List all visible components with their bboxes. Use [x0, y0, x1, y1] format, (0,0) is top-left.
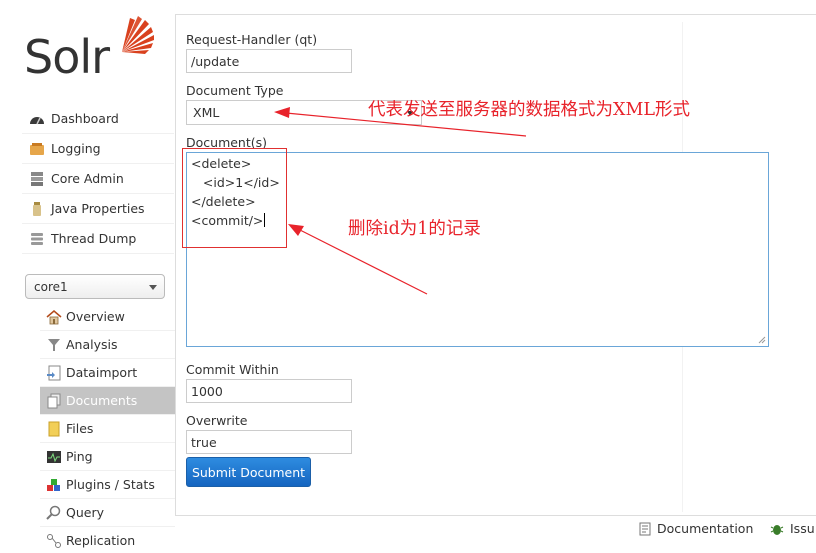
documents-icon [45, 393, 63, 409]
core-menu-item-plugins-stats[interactable]: Plugins / Stats [40, 471, 175, 499]
core-menu-item-documents[interactable]: Documents [40, 387, 175, 415]
dataimport-icon [45, 365, 63, 381]
nav-item-thread-dump[interactable]: Thread Dump [22, 224, 174, 254]
folder-icon [45, 421, 63, 437]
overwrite-input[interactable] [186, 430, 352, 454]
core-menu-item-overview[interactable]: Overview [40, 303, 175, 331]
core-menu-item-files[interactable]: Files [40, 415, 175, 443]
home-icon [45, 309, 63, 325]
dashboard-icon [28, 111, 46, 127]
request-handler-input[interactable] [186, 49, 352, 73]
core-menu-item-ping[interactable]: Ping [40, 443, 175, 471]
commit-within-input[interactable] [186, 379, 352, 403]
highlight-box [182, 148, 287, 248]
document-type-value: XML [193, 105, 220, 120]
nav-item-label: Dashboard [51, 111, 119, 126]
document-icon [639, 522, 651, 535]
nav-item-label: Core Admin [51, 171, 124, 186]
funnel-icon [45, 337, 63, 353]
nav-item-logging[interactable]: Logging [22, 134, 174, 164]
core-menu-label: Ping [66, 449, 93, 464]
core-menu-label: Files [66, 421, 94, 436]
documentation-label: Documentation [657, 521, 754, 536]
nav-item-label: Java Properties [51, 201, 145, 216]
delete-annotation: 删除id为1的记录 [348, 219, 481, 239]
solr-logo[interactable]: Solr [22, 12, 162, 84]
nav-item-label: Logging [51, 141, 101, 156]
documentation-link[interactable]: Documentation [639, 521, 753, 536]
core-menu-item-replication[interactable]: Replication [40, 527, 175, 553]
issue-tracker-link[interactable]: Issu [770, 521, 815, 536]
commit-within-label: Commit Within [186, 362, 279, 377]
nav-item-dashboard[interactable]: Dashboard [22, 104, 174, 134]
thread-dump-icon [28, 231, 46, 247]
solr-sun-icon [122, 16, 154, 54]
core-menu-label: Dataimport [66, 365, 138, 380]
core-admin-icon [28, 171, 46, 187]
logging-icon [28, 141, 46, 157]
core-menu-item-analysis[interactable]: Analysis [40, 331, 175, 359]
core-menu-label: Analysis [66, 337, 118, 352]
doc-type-annotation: 代表发送至服务器的数据格式为XML形式 [368, 100, 690, 120]
core-menu-label: Documents [66, 393, 138, 408]
core-menu: Overview Analysis Dataimport Documents F… [40, 303, 175, 553]
submit-document-button[interactable]: Submit Document [186, 457, 311, 487]
logo-text: Solr [24, 30, 110, 84]
core-menu-label: Query [66, 505, 104, 520]
core-menu-label: Plugins / Stats [66, 477, 155, 492]
resize-handle-icon[interactable] [758, 336, 766, 344]
request-handler-label: Request-Handler (qt) [186, 32, 318, 47]
core-menu-item-dataimport[interactable]: Dataimport [40, 359, 175, 387]
ping-icon [45, 449, 63, 465]
core-menu-label: Overview [66, 309, 125, 324]
query-icon [45, 505, 63, 521]
nav-item-label: Thread Dump [51, 231, 137, 246]
replication-icon [45, 533, 63, 549]
plugins-icon [45, 477, 63, 493]
bug-icon [770, 524, 784, 535]
document-type-label: Document Type [186, 83, 284, 98]
core-selector-value: core1 [34, 279, 68, 294]
overwrite-label: Overwrite [186, 413, 248, 428]
issues-label: Issu [790, 521, 815, 536]
core-selector[interactable]: core1 [25, 274, 165, 299]
core-menu-item-query[interactable]: Query [40, 499, 175, 527]
core-menu-label: Replication [66, 533, 136, 548]
nav-item-core-admin[interactable]: Core Admin [22, 164, 174, 194]
chevron-down-icon [149, 285, 157, 290]
main-nav: Dashboard Logging Core Admin Java Proper… [22, 104, 174, 254]
java-icon [28, 201, 46, 217]
nav-item-java-properties[interactable]: Java Properties [22, 194, 174, 224]
